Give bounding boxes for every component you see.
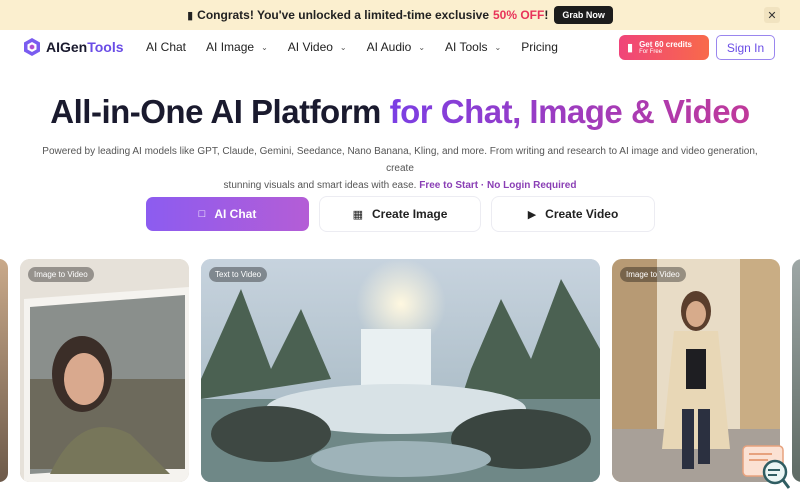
hero-subtitle: Powered by leading AI models like GPT, C…: [40, 143, 760, 194]
video-icon: ▶: [527, 208, 537, 221]
hero-title-plain: All-in-One AI Platform: [50, 93, 381, 130]
brand-logo[interactable]: AIGenTools: [24, 38, 124, 56]
chevron-down-icon: ⌄: [339, 42, 347, 52]
nav-ai-image[interactable]: AI Image ⌄: [206, 40, 268, 54]
hero-title: All-in-One AI Platform for Chat, Image &…: [0, 93, 800, 131]
nav-ai-tools-label: AI Tools: [445, 40, 488, 54]
create-video-button-label: Create Video: [545, 207, 619, 221]
chevron-down-icon: ⌄: [494, 42, 502, 52]
credits-subtitle: For Free: [639, 48, 663, 55]
promo-offer: 50% OFF: [493, 8, 545, 22]
hero-title-accent: for Chat, Image & Video: [389, 93, 751, 130]
brand-main: AIGen: [46, 39, 88, 55]
gift-icon: ▮: [187, 9, 194, 22]
chat-icon: □: [198, 208, 206, 220]
image-icon: ▦: [352, 208, 364, 221]
credits-text: Get 60 credits For Free: [639, 40, 692, 56]
promo-banner: ▮ Congrats! You've unlocked a limited-ti…: [0, 0, 800, 30]
chevron-down-icon: ⌄: [261, 42, 268, 52]
nav-ai-video[interactable]: AI Video ⌄: [288, 40, 347, 54]
showcase-card-image-to-video-portrait[interactable]: Image to Video: [20, 259, 189, 482]
nav-pricing-label: Pricing: [521, 40, 558, 54]
chevron-down-icon: ⌄: [418, 42, 426, 52]
nav-ai-tools[interactable]: AI Tools ⌄: [445, 40, 501, 54]
grab-now-button[interactable]: Grab Now: [554, 6, 613, 24]
portrait-woman-image: [20, 259, 189, 482]
promo-exclaim: !: [544, 8, 549, 22]
gift-icon: ▮: [627, 42, 634, 54]
create-video-button[interactable]: ▶ Create Video: [492, 197, 654, 231]
navbar: AIGenTools AI Chat AI Image ⌄ AI Video ⌄…: [0, 30, 800, 66]
hero-free-note: Free to Start · No Login Required: [419, 180, 577, 191]
waterfall-forest-image: [201, 259, 600, 482]
ai-chat-button[interactable]: □ AI Chat: [146, 197, 309, 231]
sign-in-button[interactable]: Sign In: [716, 35, 775, 60]
nav-pricing[interactable]: Pricing: [521, 40, 558, 54]
brand-accent: Tools: [87, 39, 124, 55]
nav-ai-audio-label: AI Audio: [366, 40, 412, 54]
create-image-button[interactable]: ▦ Create Image: [320, 197, 480, 231]
create-image-button-label: Create Image: [372, 207, 448, 221]
showcase-card-partial-left[interactable]: [0, 259, 8, 482]
hero-subtitle-line1: Powered by leading AI models like GPT, C…: [42, 146, 758, 174]
nav-ai-video-label: AI Video: [287, 40, 333, 54]
nav-ai-chat[interactable]: AI Chat: [146, 40, 186, 54]
showcase-label: Image to Video: [620, 267, 686, 282]
showcase-label: Text to Video: [209, 267, 268, 282]
nav-ai-audio[interactable]: AI Audio ⌄: [367, 40, 425, 54]
nav-links: AI Chat AI Image ⌄ AI Video ⌄ AI Audio ⌄…: [146, 40, 578, 54]
logo-icon: [24, 38, 40, 56]
close-icon[interactable]: ✕: [764, 7, 780, 23]
promo-text: Congrats! You've unlocked a limited-time…: [197, 8, 489, 22]
ai-chat-button-label: AI Chat: [214, 207, 257, 221]
hero-subtitle-line2: stunning visuals and smart ideas with ea…: [223, 180, 417, 191]
showcase-card-partial-right[interactable]: [792, 259, 800, 482]
nav-ai-chat-label: AI Chat: [146, 40, 187, 54]
brand-name: AIGenTools: [46, 39, 124, 55]
showcase-label: Image to Video: [28, 267, 94, 282]
support-chat-icon[interactable]: [742, 444, 790, 490]
credits-title: Get 60 credits: [639, 39, 692, 49]
showcase-card-text-to-video[interactable]: Text to Video: [201, 259, 600, 482]
get-credits-button[interactable]: ▮ Get 60 credits For Free: [619, 35, 709, 60]
nav-ai-image-label: AI Image: [206, 40, 255, 54]
